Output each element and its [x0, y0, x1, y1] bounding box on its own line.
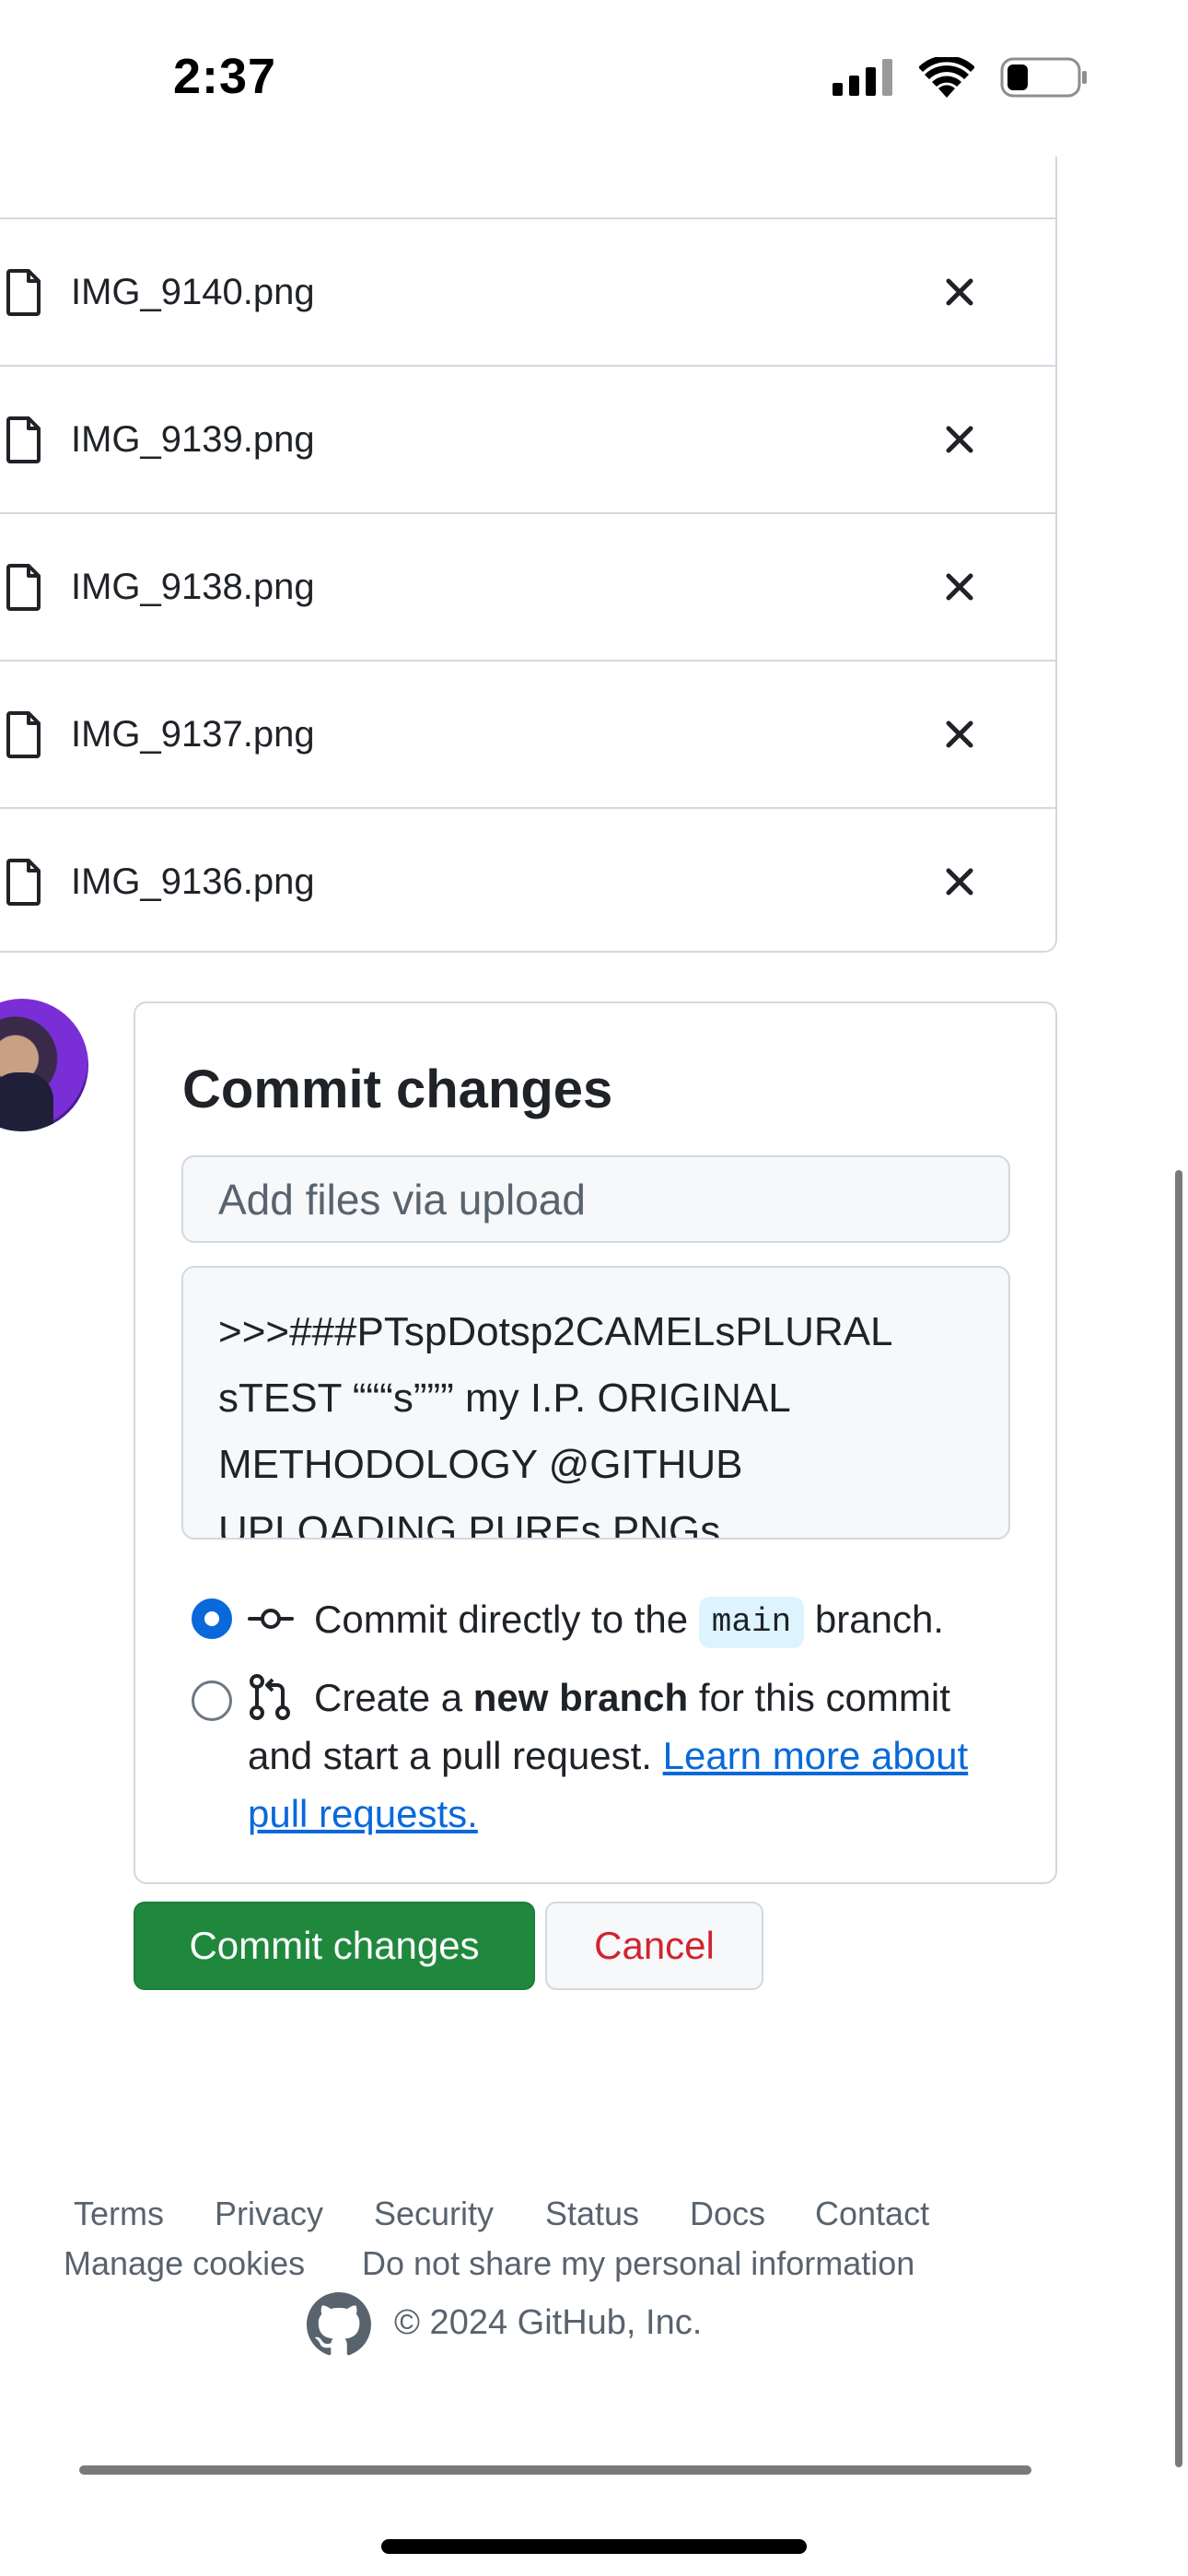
commit-changes-panel: Commit changes Add files via upload >>>#… [134, 1001, 1057, 1884]
file-name: IMG_9140.png [71, 271, 315, 312]
commit-direct-text: Commit directly to the [314, 1598, 689, 1641]
footer-link-do-not-share[interactable]: Do not share my personal information [362, 2244, 914, 2283]
new-branch-text: Create a [314, 1676, 463, 1719]
copyright-text: © 2024 GitHub, Inc. [394, 2303, 703, 2342]
commit-summary-input[interactable]: Add files via upload [181, 1155, 1010, 1243]
status-bar: 2:37 [0, 0, 1188, 166]
remove-file-icon[interactable] [941, 716, 978, 753]
footer-link-privacy[interactable]: Privacy [215, 2195, 323, 2233]
home-indicator[interactable] [381, 2539, 807, 2554]
horizontal-scrollbar[interactable] [79, 2465, 1031, 2475]
remove-file-icon[interactable] [941, 421, 978, 458]
file-row: IMG_9137.png [0, 660, 1055, 807]
file-icon [6, 269, 41, 316]
remove-file-icon[interactable] [941, 568, 978, 605]
status-icons [833, 57, 1089, 98]
footer-link-terms[interactable]: Terms [74, 2195, 164, 2233]
footer-link-contact[interactable]: Contact [815, 2195, 929, 2233]
git-commit-icon [248, 1609, 294, 1629]
new-branch-bold: new branch [472, 1676, 689, 1719]
file-row: IMG_9138.png [0, 512, 1055, 660]
footer-link-security[interactable]: Security [374, 2195, 494, 2233]
remove-file-icon[interactable] [941, 274, 978, 310]
uploaded-file-list: IMG_9140.png IMG_9139.png IMG_9138.png I… [0, 157, 1057, 953]
commit-direct-radio[interactable] [192, 1598, 232, 1639]
file-icon [6, 859, 41, 906]
github-logo-icon[interactable] [307, 2292, 371, 2357]
branch-name-pill: main [698, 1596, 805, 1648]
cellular-signal-icon [833, 59, 892, 96]
remove-file-icon[interactable] [941, 863, 978, 900]
file-row: IMG_9139.png [0, 365, 1055, 512]
file-name: IMG_9136.png [71, 861, 315, 902]
commit-direct-suffix: branch. [814, 1598, 944, 1641]
commit-changes-button[interactable]: Commit changes [134, 1902, 535, 1990]
new-branch-radio[interactable] [192, 1680, 232, 1721]
footer-link-manage-cookies[interactable]: Manage cookies [64, 2244, 305, 2283]
file-name: IMG_9137.png [71, 713, 315, 755]
battery-icon [1000, 57, 1087, 98]
footer-link-docs[interactable]: Docs [690, 2195, 765, 2233]
file-icon [6, 711, 41, 758]
file-icon [6, 416, 41, 463]
new-branch-label[interactable]: Create a new branch for this commit and … [248, 1669, 1021, 1843]
file-row: IMG_9136.png [0, 807, 1055, 954]
vertical-scrollbar[interactable] [1175, 1170, 1182, 2467]
commit-description-textarea[interactable]: >>>###PTspDotsp2CAMELsPLURAL sTEST “““s”… [181, 1266, 1010, 1540]
footer-link-status[interactable]: Status [545, 2195, 639, 2233]
cancel-button[interactable]: Cancel [545, 1902, 763, 1990]
user-avatar[interactable] [0, 999, 88, 1131]
file-row: IMG_9140.png [0, 217, 1055, 365]
status-time: 2:37 [173, 49, 277, 104]
file-name: IMG_9139.png [71, 418, 315, 460]
commit-heading: Commit changes [182, 1060, 613, 1119]
file-icon [6, 564, 41, 611]
commit-direct-label[interactable]: Commit directly to the main branch. [314, 1590, 944, 1648]
wifi-icon [919, 57, 974, 98]
file-name: IMG_9138.png [71, 566, 315, 607]
